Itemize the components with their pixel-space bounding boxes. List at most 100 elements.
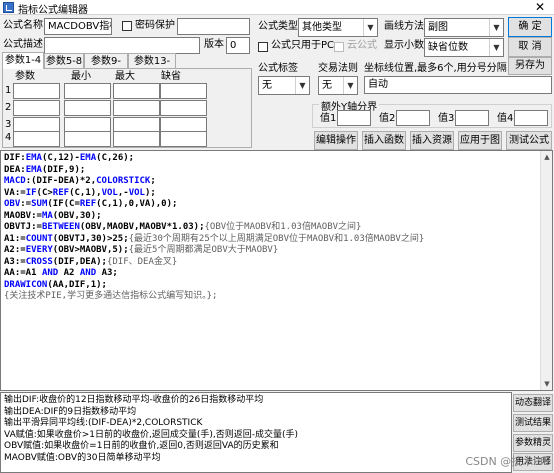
draw-select[interactable]: 副图 ▼ bbox=[424, 18, 504, 37]
code-line[interactable]: DRAWICON(AA,DIF,1); bbox=[4, 280, 549, 292]
code-line[interactable]: A3:=CROSS(DIF,DEA);{DIF、DEA金叉} bbox=[4, 257, 549, 269]
tab-params-5-8[interactable]: 参数5-8 bbox=[44, 53, 84, 69]
scroll-up-icon[interactable]: ▲ bbox=[541, 151, 553, 163]
formula-editor[interactable]: DIF:EMA(C,12)-EMA(C,26); DEA:EMA(DIF,9); M… bbox=[0, 150, 553, 391]
test-formula-button[interactable]: 测试公式 bbox=[506, 131, 552, 150]
y-value-2-input[interactable] bbox=[396, 110, 430, 126]
window-title: 指标公式编辑器 bbox=[18, 5, 88, 16]
code-line[interactable]: A1:=COUNT(OBVTJ,30)>25;{最近30个周期有25个以上周期满… bbox=[4, 234, 549, 246]
y-value-1-input[interactable] bbox=[337, 110, 371, 126]
insert-function-button[interactable]: 插入函数 bbox=[362, 131, 406, 150]
param-min-input[interactable] bbox=[64, 131, 111, 147]
type-select[interactable]: 其他类型 ▼ bbox=[298, 18, 378, 37]
rule-label: 交易法则 bbox=[318, 63, 358, 74]
code-line[interactable]: DIF:EMA(C,12)-EMA(C,26); bbox=[4, 153, 549, 165]
param-header-name: 参数 bbox=[15, 71, 35, 82]
code-text: A1:= bbox=[4, 233, 26, 244]
tab-params-9-12[interactable]: 参数9-12 bbox=[84, 53, 128, 82]
tag-select[interactable]: 无 ▼ bbox=[258, 76, 310, 95]
param-header-default: 缺省 bbox=[161, 71, 181, 82]
code-keyword: CROSS bbox=[25, 256, 53, 267]
code-text: (C> bbox=[36, 187, 53, 198]
editor-scrollbar[interactable]: ▲ ▼ bbox=[540, 151, 552, 390]
tab-params-1-4[interactable]: 参数1-4 bbox=[2, 52, 44, 69]
param-wizard-button[interactable]: 参数精灵 bbox=[513, 434, 553, 452]
rule-select-value: 无 bbox=[322, 80, 332, 91]
code-line[interactable]: AA:=A1 AND A2 AND A3; bbox=[4, 268, 549, 280]
param-name-input[interactable] bbox=[13, 83, 60, 99]
code-keyword: VOL bbox=[128, 187, 145, 198]
code-line[interactable]: OBV:=SUM(IF(C=REF(C,1),0,VA),0); bbox=[4, 199, 549, 211]
param-max-input[interactable] bbox=[113, 131, 160, 147]
desc-input[interactable] bbox=[44, 37, 200, 54]
ok-button[interactable]: 确 定 bbox=[508, 17, 552, 37]
cloud-checkbox[interactable] bbox=[334, 42, 344, 52]
password-checkbox[interactable] bbox=[122, 21, 132, 31]
save-as-button[interactable]: 另存为 bbox=[508, 57, 552, 75]
param-name-input[interactable] bbox=[13, 131, 60, 147]
code-line[interactable]: DEA:EMA(DIF,9); bbox=[4, 165, 549, 177]
chevron-down-icon: ▼ bbox=[343, 77, 357, 94]
code-keyword: REF bbox=[52, 187, 70, 198]
code-comment: {DIF、DEA金叉} bbox=[106, 256, 178, 267]
dynamic-translate-button[interactable]: 动态翻译 bbox=[513, 394, 553, 412]
code-line[interactable]: VA:=IF(C>REF(C,1),VOL,-VOL); bbox=[4, 188, 549, 200]
param-row-number: 3 bbox=[5, 119, 12, 130]
code-text: OBVTJ:= bbox=[4, 222, 42, 232]
code-text: (C,26); bbox=[96, 153, 135, 163]
param-name-input[interactable] bbox=[13, 100, 60, 116]
code-line[interactable]: MAOBV:=MA(OBV,30); bbox=[4, 211, 549, 223]
draw-select-value: 副图 bbox=[428, 22, 448, 33]
close-icon[interactable]: ✕ bbox=[526, 0, 554, 15]
insert-resource-button[interactable]: 插入资源 bbox=[410, 131, 454, 150]
name-input[interactable]: MACDOBV指标 bbox=[44, 18, 112, 35]
code-keyword: OBV bbox=[4, 199, 21, 209]
code-text: A2 bbox=[58, 268, 80, 278]
param-min-input[interactable] bbox=[64, 83, 111, 99]
coord-label: 坐标线位置,最多6个,用分号分隔 bbox=[364, 63, 507, 74]
code-keyword: MACD bbox=[4, 176, 26, 186]
cancel-button[interactable]: 取 消 bbox=[508, 37, 552, 57]
code-text: (C,1), bbox=[69, 187, 102, 198]
tab-params-13-16[interactable]: 参数13-16 bbox=[128, 53, 176, 82]
code-keyword: EMA bbox=[79, 153, 97, 163]
version-label: 版本 bbox=[204, 39, 224, 50]
code-text: A3:= bbox=[4, 256, 26, 267]
code-line[interactable]: {关注技术PIE,学习更多通达信指标公式编写知识。}; bbox=[4, 291, 549, 303]
decimal-label: 显示小数 bbox=[384, 40, 424, 51]
coord-input[interactable]: 自动 bbox=[364, 76, 552, 94]
type-label: 公式类型 bbox=[258, 21, 298, 32]
code-text: (IF(C= bbox=[47, 199, 80, 209]
edit-operation-button[interactable]: 编辑操作 bbox=[314, 131, 358, 150]
code-line[interactable]: MACD:(DIF-DEA)*2,COLORSTICK; bbox=[4, 176, 549, 188]
draw-label: 画线方法 bbox=[384, 21, 424, 32]
y-value-3-input[interactable] bbox=[455, 110, 489, 126]
code-line[interactable]: A2:=EVERY(OBV>MAOBV,5);{最近5个周期都满足OBV大于MA… bbox=[4, 245, 549, 257]
param-min-input[interactable] bbox=[64, 100, 111, 116]
password-label: 密码保护 bbox=[135, 20, 175, 31]
rule-select[interactable]: 无 ▼ bbox=[318, 76, 358, 95]
code-text: AA:=A1 bbox=[4, 268, 42, 278]
param-max-input[interactable] bbox=[113, 83, 160, 99]
params-panel: 参数 最小 最大 缺省 1 2 3 4 bbox=[2, 68, 252, 148]
param-default-input[interactable] bbox=[160, 100, 207, 116]
code-line[interactable]: OBVTJ:=BETWEEN(OBV,MAOBV,MAOBV*1.03);{OB… bbox=[4, 222, 549, 234]
param-row-number: 4 bbox=[5, 132, 12, 143]
code-comment: {最近30个周期有25个以上周期满足OBV位于MAOBV和1.03倍MAOBV之… bbox=[128, 233, 425, 244]
version-input[interactable]: 0 bbox=[226, 37, 250, 54]
apply-to-chart-button[interactable]: 应用于图 bbox=[458, 131, 502, 150]
code-text: (AA,DIF,1); bbox=[47, 279, 107, 290]
code-keyword: EMA bbox=[25, 153, 42, 163]
translation-line: 输出平滑异同平均线:(DIF-DEA)*2,COLORSTICK bbox=[4, 418, 203, 428]
scroll-down-icon[interactable]: ▼ bbox=[541, 378, 553, 390]
password-input[interactable] bbox=[177, 18, 250, 35]
decimal-select[interactable]: 缺省位数 ▼ bbox=[424, 38, 504, 57]
chevron-down-icon: ▼ bbox=[489, 39, 503, 56]
pc-only-checkbox[interactable] bbox=[258, 42, 268, 52]
y-value-4-input[interactable] bbox=[514, 110, 548, 126]
code-keyword: EMA bbox=[25, 164, 42, 175]
param-default-input[interactable] bbox=[160, 83, 207, 99]
test-result-button[interactable]: 测试结果 bbox=[513, 414, 553, 432]
param-max-input[interactable] bbox=[113, 100, 160, 116]
param-default-input[interactable] bbox=[160, 131, 207, 147]
